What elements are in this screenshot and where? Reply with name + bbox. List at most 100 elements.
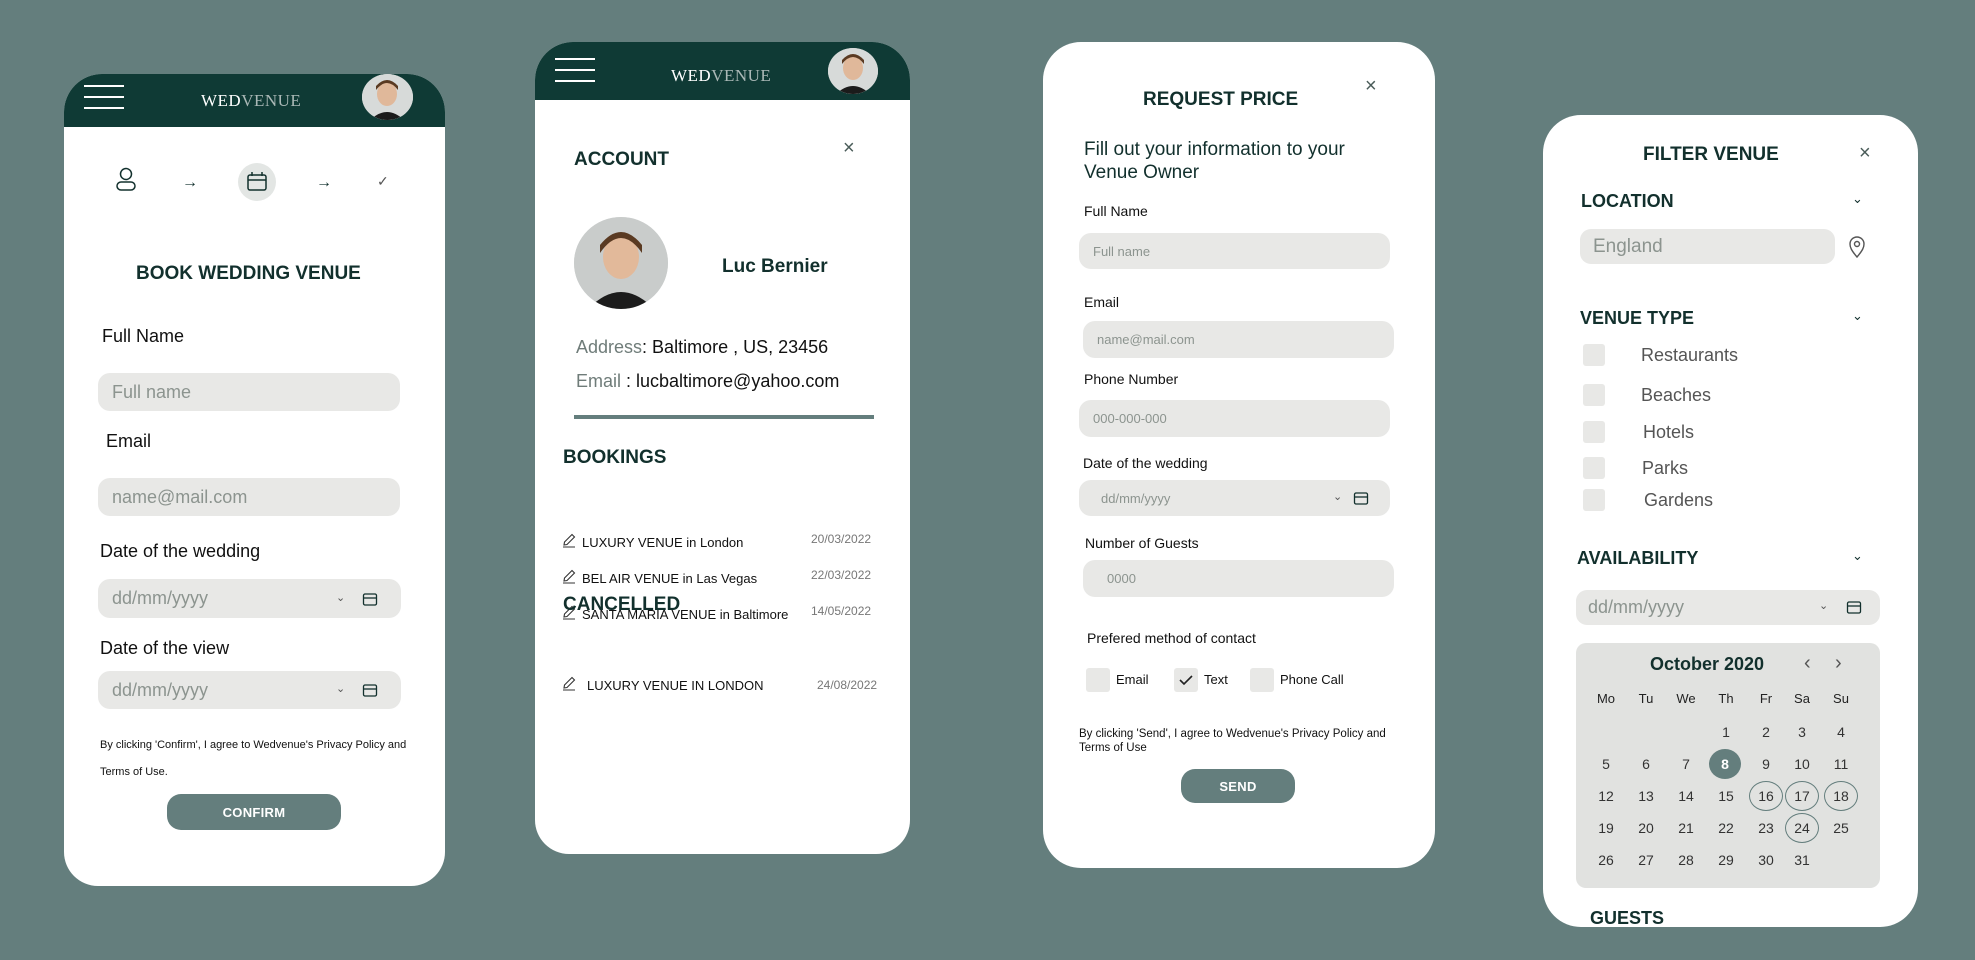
chevron-down-icon[interactable]: ⌄ <box>1819 599 1828 612</box>
guests-field[interactable]: 0000 <box>1083 560 1394 597</box>
arrow-right-icon: → <box>316 174 332 191</box>
send-button[interactable]: SEND <box>1181 769 1295 803</box>
contact-checkbox[interactable] <box>1250 668 1274 692</box>
confirm-button[interactable]: CONFIRM <box>167 794 341 830</box>
calendar-day[interactable]: 31 <box>1785 847 1819 873</box>
avatar[interactable] <box>828 48 878 94</box>
phone-field[interactable]: 000-000-000 <box>1079 400 1390 437</box>
prev-month-icon[interactable]: ‹ <box>1804 652 1811 675</box>
wedding-date-field[interactable]: dd/mm/yyyy ⌄ <box>1079 480 1390 516</box>
contact-checkbox[interactable] <box>1086 668 1110 692</box>
calendar-icon[interactable] <box>362 591 378 612</box>
edit-icon[interactable] <box>561 532 577 553</box>
chevron-down-icon[interactable]: ⌄ <box>1333 490 1342 503</box>
calendar-day[interactable]: 13 <box>1629 783 1663 809</box>
venue-type-checkbox[interactable] <box>1583 421 1605 443</box>
calendar-day[interactable]: 5 <box>1589 751 1623 777</box>
calendar-day[interactable]: 27 <box>1629 847 1663 873</box>
calendar-day[interactable]: 1 <box>1709 719 1743 745</box>
address-line: Address: Baltimore , US, 23456 <box>576 337 829 357</box>
calendar-day[interactable]: 20 <box>1629 815 1663 841</box>
close-icon[interactable]: × <box>1859 143 1871 163</box>
venue-type-label: Gardens <box>1644 490 1714 510</box>
chevron-down-icon[interactable]: ⌄ <box>336 682 345 695</box>
venue-type-label: Hotels <box>1643 422 1695 442</box>
next-month-icon[interactable]: › <box>1835 652 1842 675</box>
full-name-field[interactable]: Full name <box>98 373 400 411</box>
chevron-down-icon[interactable]: ⌄ <box>1852 548 1863 564</box>
chevron-down-icon[interactable]: ⌄ <box>1852 191 1863 207</box>
calendar-day[interactable]: 7 <box>1669 751 1703 777</box>
calendar-day[interactable]: 23 <box>1749 815 1783 841</box>
location-field[interactable]: England <box>1580 229 1835 264</box>
edit-icon[interactable] <box>561 568 577 589</box>
edit-icon[interactable] <box>561 675 577 696</box>
calendar-day[interactable]: 21 <box>1669 815 1703 841</box>
calendar-day[interactable]: 30 <box>1749 847 1783 873</box>
calendar-day[interactable]: 28 <box>1669 847 1703 873</box>
cancelled-name: LUXURY VENUE IN LONDON <box>587 678 764 693</box>
page-title: REQUEST PRICE <box>1143 89 1299 110</box>
email-field[interactable]: name@mail.com <box>98 478 400 516</box>
booking-name: BEL AIR VENUE in Las Vegas <box>582 571 758 586</box>
calendar-day[interactable]: 2 <box>1749 719 1783 745</box>
check-icon[interactable] <box>1174 668 1198 692</box>
calendar-day[interactable]: 4 <box>1824 719 1858 745</box>
brand-logo[interactable]: WEDVENUE <box>201 91 301 111</box>
booking-row[interactable]: BEL AIR VENUE in Las Vegas 22/03/2022 <box>561 568 891 588</box>
availability-date-field[interactable]: dd/mm/yyyy ⌄ <box>1576 590 1880 625</box>
booking-row[interactable]: LUXURY VENUE in London 20/03/2022 <box>561 532 891 552</box>
chevron-down-icon[interactable]: ⌄ <box>1852 308 1863 324</box>
brand-logo[interactable]: WEDVENUE <box>671 66 771 86</box>
calendar-day[interactable]: 19 <box>1589 815 1623 841</box>
booking-date: 14/05/2022 <box>811 604 872 618</box>
calendar-day[interactable]: 24 <box>1785 813 1819 843</box>
divider <box>574 415 874 419</box>
calendar-icon[interactable] <box>362 682 378 703</box>
wedding-date-field[interactable]: dd/mm/yyyy ⌄ <box>98 579 401 618</box>
calendar-day[interactable]: 11 <box>1824 751 1858 777</box>
calendar-icon[interactable] <box>1846 599 1862 620</box>
cancelled-row[interactable]: LUXURY VENUE IN LONDON 24/08/2022 <box>561 675 891 695</box>
calendar-day[interactable]: 12 <box>1589 783 1623 809</box>
menu-icon[interactable] <box>555 58 595 82</box>
profile-photo[interactable] <box>574 217 668 309</box>
email-field[interactable]: name@mail.com <box>1083 321 1394 358</box>
calendar-day[interactable]: 3 <box>1785 719 1819 745</box>
venue-type-checkbox[interactable] <box>1583 457 1605 479</box>
calendar-day[interactable]: 18 <box>1824 781 1858 811</box>
close-icon[interactable]: × <box>843 138 855 158</box>
page-title: ACCOUNT <box>574 149 669 170</box>
availability-title: AVAILABILITY <box>1577 548 1699 568</box>
close-icon[interactable]: × <box>1365 76 1377 96</box>
location-pin-icon[interactable] <box>1847 236 1867 263</box>
venue-type-checkbox[interactable] <box>1583 489 1605 511</box>
calendar-day[interactable]: 16 <box>1749 781 1783 811</box>
calendar-day[interactable]: 17 <box>1785 781 1819 811</box>
venue-type-label: Beaches <box>1641 385 1712 405</box>
email-label: Email <box>1084 294 1120 310</box>
weekday-label: Fr <box>1759 691 1773 706</box>
calendar-day[interactable]: 22 <box>1709 815 1743 841</box>
calendar-step-icon <box>238 163 276 201</box>
calendar-day[interactable]: 9 <box>1749 751 1783 777</box>
full-name-field[interactable]: Full name <box>1079 233 1390 269</box>
calendar-icon[interactable] <box>1353 490 1369 509</box>
calendar-day[interactable]: 25 <box>1824 815 1858 841</box>
calendar-day[interactable]: 10 <box>1785 751 1819 777</box>
view-date-field[interactable]: dd/mm/yyyy ⌄ <box>98 671 401 709</box>
full-name-label: Full Name <box>102 326 185 346</box>
calendar-day[interactable]: 14 <box>1669 783 1703 809</box>
calendar-day[interactable]: 15 <box>1709 783 1743 809</box>
calendar-day[interactable]: 8 <box>1709 749 1741 779</box>
venue-type-checkbox[interactable] <box>1583 384 1605 406</box>
chevron-down-icon[interactable]: ⌄ <box>336 591 345 604</box>
calendar-day[interactable]: 6 <box>1629 751 1663 777</box>
avatar[interactable] <box>362 74 413 120</box>
calendar-day[interactable]: 29 <box>1709 847 1743 873</box>
arrow-right-icon: → <box>182 174 198 191</box>
calendar-day[interactable]: 26 <box>1589 847 1623 873</box>
location-title: LOCATION <box>1581 191 1674 211</box>
venue-type-checkbox[interactable] <box>1583 344 1605 366</box>
menu-icon[interactable] <box>84 85 124 109</box>
